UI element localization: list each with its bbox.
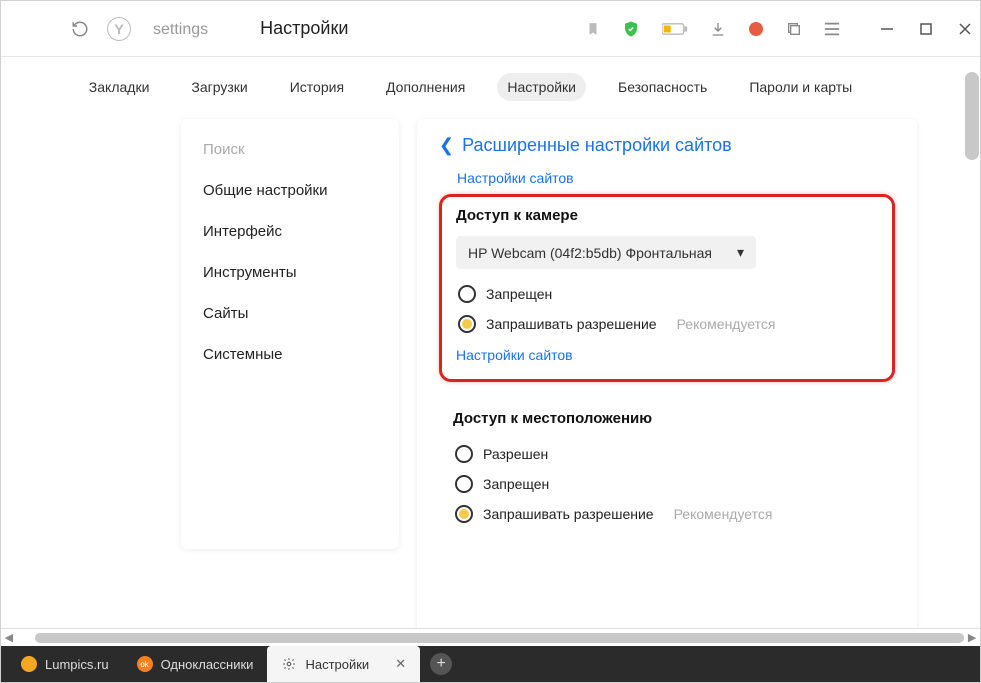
radio-label: Запрашивать разрешение	[486, 316, 657, 332]
chevron-left-icon: ❮	[439, 135, 454, 156]
breadcrumb-label: Расширенные настройки сайтов	[462, 135, 732, 156]
taskbar-tab-2[interactable]: Настройки ✕	[267, 646, 420, 682]
sidebar-item-5[interactable]: Системные	[181, 334, 399, 375]
radio-label: Запрашивать разрешение	[483, 506, 654, 522]
radio-icon	[458, 285, 476, 303]
tabs-overview-icon[interactable]	[786, 21, 802, 37]
recommended-label: Рекомендуется	[674, 506, 773, 522]
scroll-left-icon[interactable]: ◀	[1, 631, 17, 644]
radio-icon	[455, 475, 473, 493]
camera-device-label: HP Webcam (04f2:b5db) Фронтальная	[468, 245, 712, 261]
topnav-tab-2[interactable]: История	[280, 73, 354, 101]
camera-site-settings-link[interactable]: Настройки сайтов	[456, 347, 573, 363]
window-maximize-icon[interactable]	[920, 23, 932, 35]
hscroll-thumb[interactable]	[35, 633, 964, 643]
radio-label: Запрещен	[486, 286, 552, 302]
camera-access-highlight: Доступ к камере HP Webcam (04f2:b5db) Фр…	[439, 194, 895, 382]
tab-close-icon[interactable]: ✕	[395, 656, 406, 672]
taskbar: Lumpics.ru ok Одноклассники Настройки ✕ +	[1, 646, 980, 682]
address-title: Настройки	[260, 18, 348, 39]
tab-label: Одноклассники	[161, 657, 254, 672]
bookmark-icon[interactable]	[586, 20, 600, 38]
location-option-denied[interactable]: Запрещен	[453, 469, 895, 499]
sidebar-item-3[interactable]: Инструменты	[181, 252, 399, 293]
menu-icon[interactable]	[824, 22, 840, 36]
radio-label: Разрешен	[483, 446, 548, 462]
taskbar-tab-0[interactable]: Lumpics.ru	[7, 646, 123, 682]
settings-content: ❮ Расширенные настройки сайтов Настройки…	[417, 119, 917, 628]
topnav-tab-4[interactable]: Настройки	[497, 73, 586, 101]
camera-option-ask[interactable]: Запрашивать разрешение Рекомендуется	[456, 309, 878, 339]
topnav-tab-3[interactable]: Дополнения	[376, 73, 475, 101]
settings-top-nav: Закладки Загрузки История Дополнения Настрой…	[1, 57, 980, 105]
topnav-tab-0[interactable]: Закладки	[79, 73, 160, 101]
yandex-logo-icon[interactable]: Y	[107, 17, 131, 41]
sidebar-item-0[interactable]: Поиск	[181, 129, 399, 170]
location-section-title: Доступ к местоположению	[453, 410, 895, 427]
reload-icon[interactable]	[71, 20, 89, 38]
new-tab-button[interactable]: +	[430, 653, 452, 675]
tab-label: Lumpics.ru	[45, 657, 109, 672]
tab-favicon-icon: ok	[137, 656, 153, 672]
battery-icon	[662, 22, 688, 36]
location-option-ask[interactable]: Запрашивать разрешение Рекомендуется	[453, 499, 895, 529]
radio-icon	[455, 445, 473, 463]
window-minimize-icon[interactable]	[880, 22, 894, 36]
breadcrumb-back[interactable]: ❮ Расширенные настройки сайтов	[439, 135, 895, 156]
camera-device-dropdown[interactable]: HP Webcam (04f2:b5db) Фронтальная ▾	[456, 236, 756, 269]
download-icon[interactable]	[710, 21, 726, 37]
radio-selected-icon	[455, 505, 473, 523]
scroll-right-icon[interactable]: ▶	[964, 631, 980, 644]
sidebar-item-1[interactable]: Общие настройки	[181, 170, 399, 211]
vertical-scrollbar[interactable]	[965, 72, 979, 160]
tab-favicon-icon	[281, 656, 297, 672]
extension-icon[interactable]	[748, 21, 764, 37]
shield-icon[interactable]	[622, 20, 640, 38]
horizontal-scrollbar[interactable]: ◀ ▶	[1, 628, 980, 646]
tab-label: Настройки	[305, 657, 369, 672]
camera-option-denied[interactable]: Запрещен	[456, 279, 878, 309]
radio-selected-icon	[458, 315, 476, 333]
camera-section-title: Доступ к камере	[456, 207, 878, 224]
topnav-tab-1[interactable]: Загрузки	[181, 73, 257, 101]
topnav-tab-6[interactable]: Пароли и карты	[739, 73, 862, 101]
sidebar-item-4[interactable]: Сайты	[181, 293, 399, 334]
topnav-tab-5[interactable]: Безопасность	[608, 73, 717, 101]
address-keyword[interactable]: settings	[153, 21, 208, 39]
chevron-down-icon: ▾	[737, 244, 744, 261]
radio-label: Запрещен	[483, 476, 549, 492]
sidebar-item-2[interactable]: Интерфейс	[181, 211, 399, 252]
site-settings-link-top[interactable]: Настройки сайтов	[457, 170, 574, 186]
browser-titlebar: Y settings Настройки	[1, 1, 980, 57]
tab-favicon-icon	[21, 656, 37, 672]
location-option-allowed[interactable]: Разрешен	[453, 439, 895, 469]
settings-sidebar: ПоискОбщие настройкиИнтерфейсИнструменты…	[181, 119, 399, 549]
window-close-icon[interactable]	[958, 22, 972, 36]
recommended-label: Рекомендуется	[677, 316, 776, 332]
taskbar-tab-1[interactable]: ok Одноклассники	[123, 646, 268, 682]
